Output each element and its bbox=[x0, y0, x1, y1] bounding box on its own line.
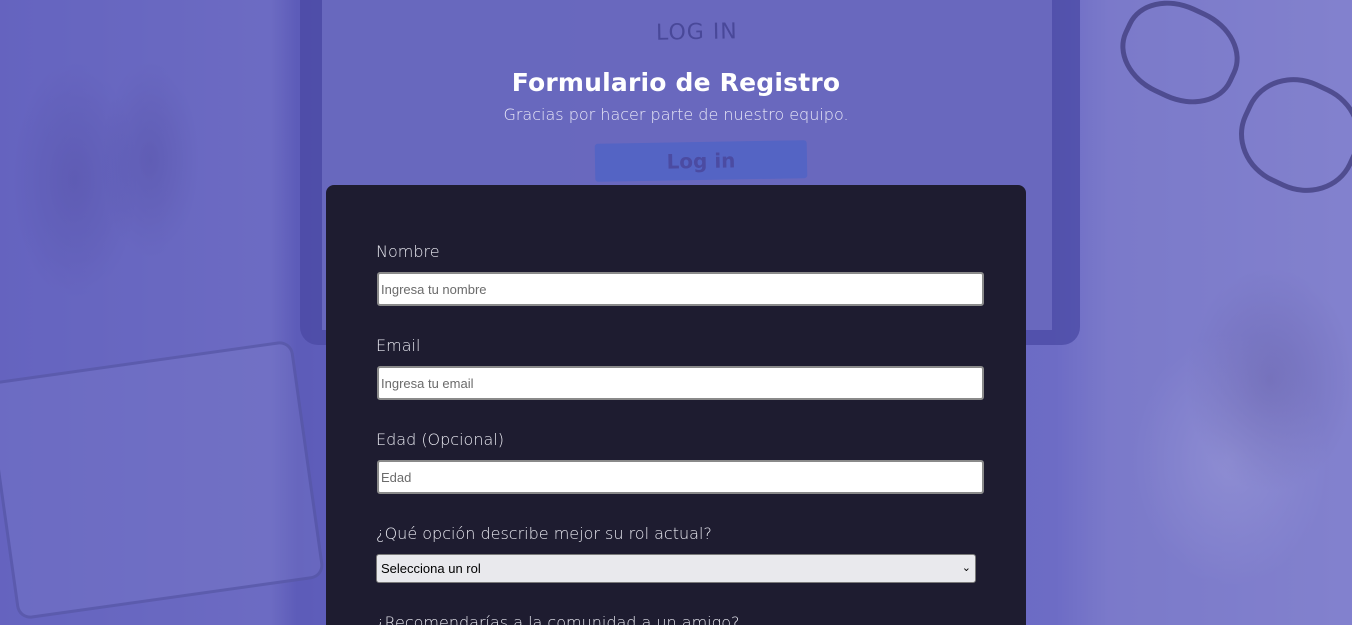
email-input[interactable] bbox=[377, 366, 984, 400]
page-header: Formulario de Registro Gracias por hacer… bbox=[0, 68, 1352, 124]
age-input[interactable] bbox=[377, 460, 984, 494]
email-label: Email bbox=[376, 336, 421, 355]
registration-form: Nombre Email Edad (Opcional) ¿Qué opción… bbox=[326, 185, 1026, 625]
role-label: ¿Qué opción describe mejor su rol actual… bbox=[376, 524, 712, 543]
name-input[interactable] bbox=[377, 272, 984, 306]
role-field-group: ¿Qué opción describe mejor su rol actual… bbox=[376, 524, 984, 583]
role-select[interactable]: Selecciona un rol ⌄ bbox=[376, 554, 976, 583]
name-field-group: Nombre bbox=[376, 242, 984, 306]
age-field-group: Edad (Opcional) bbox=[376, 430, 984, 494]
age-label: Edad (Opcional) bbox=[376, 430, 504, 449]
name-label: Nombre bbox=[376, 242, 440, 261]
role-select-value: Selecciona un rol bbox=[381, 561, 481, 576]
recommend-label: ¿Recomendarías a la comunidad a un amigo… bbox=[376, 613, 740, 625]
page-title: Formulario de Registro bbox=[511, 68, 841, 97]
email-field-group: Email bbox=[376, 336, 984, 400]
page-subtitle: Gracias por hacer parte de nuestro equip… bbox=[503, 105, 849, 124]
chevron-down-icon: ⌄ bbox=[961, 562, 971, 574]
